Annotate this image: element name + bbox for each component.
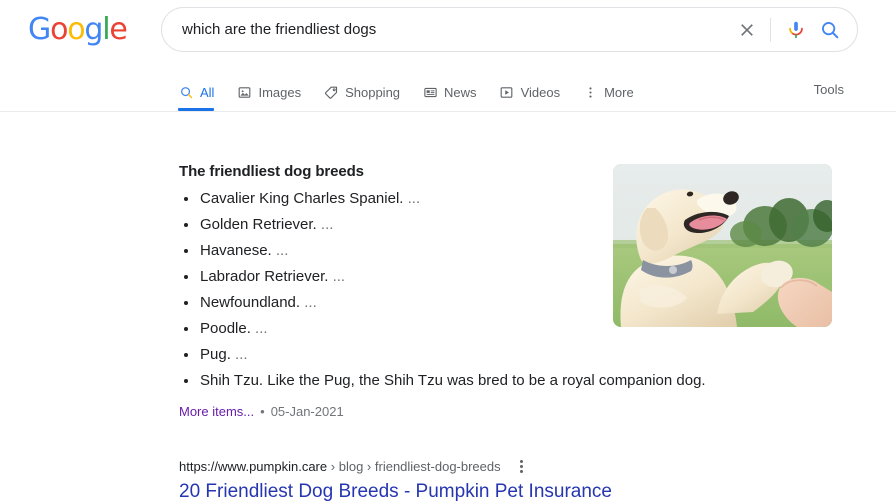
snippet-list: Cavalier King Charles Spaniel. ... Golde… [179,190,706,390]
logo-letter-e: e [109,12,127,47]
tab-shopping[interactable]: Shopping [323,78,400,106]
play-box-icon [499,84,515,100]
search-box[interactable] [161,7,858,52]
breadcrumb-segment-2: friendliest-dog-breeds [374,458,501,474]
kebab-dot [520,464,524,468]
tab-images-label: Images [258,84,302,100]
list-item-text: Shih Tzu. Like the Pug, the Shih Tzu was… [200,372,706,389]
list-item: Pug. ... [179,346,599,364]
breadcrumb-separator: › [330,458,336,474]
tab-more-label: More [604,84,634,100]
breadcrumb-segment-1: blog [338,458,364,474]
list-item: Newfoundland. ... [179,294,599,312]
result-url-row: https://www.pumpkin.care › blog › friend… [179,457,779,475]
list-item: Cavalier King Charles Spaniel. ... [179,190,599,208]
tab-images[interactable]: Images [236,78,301,106]
tab-videos[interactable]: Videos [499,78,561,106]
list-item: Golden Retriever. ... [179,216,599,234]
list-item-text: Labrador Retriever. [200,268,329,285]
list-item-text: Newfoundland. [200,294,301,311]
list-item-ellipsis: ... [320,216,334,233]
tab-all[interactable]: All [178,78,215,111]
tab-all-label: All [200,84,215,100]
list-item-ellipsis: ... [255,320,268,337]
kebab-dot [520,469,524,473]
newspaper-icon [422,84,438,100]
logo-letter-g: G [28,12,51,47]
search-nav-row: All Images Shopping News Videos More Too… [0,78,896,112]
tab-videos-label: Videos [520,84,561,100]
list-item-ellipsis: ... [304,294,317,311]
breadcrumb-domain: https://www.pumpkin.care [179,458,328,474]
search-icon [178,84,194,100]
image-icon [236,84,252,100]
search-result: https://www.pumpkin.care › blog › friend… [179,457,779,504]
snippet-footer: More items... • 05-Jan-2021 [179,404,599,419]
search-tabs: All Images Shopping News Videos More [178,78,656,112]
snippet-thumbnail[interactable] [613,164,832,327]
search-header: Google which are the friendliest dogs Al… [0,0,896,112]
search-input[interactable] [162,9,730,50]
featured-snippet: The friendliest dog breeds Cavalier King… [179,163,706,419]
snippet-title: The friendliest dog breeds [179,163,364,180]
close-icon[interactable] [730,13,764,47]
tab-active-underline [178,108,215,111]
search-divider [770,17,771,42]
footer-separator: • [260,404,265,419]
logo-letter-o2: o [67,12,85,47]
breadcrumb-separator: › [366,458,372,474]
tab-more[interactable]: More [582,78,634,106]
list-item-ellipsis: ... [407,190,421,207]
list-item-ellipsis: ... [275,242,289,259]
result-title-link[interactable]: 20 Friendliest Dog Breeds - Pumpkin Pet … [179,480,779,504]
list-item-text: Pug. [200,346,231,363]
list-item: Labrador Retriever. ... [179,268,599,286]
kebab-menu-icon[interactable] [513,457,531,475]
tab-news[interactable]: News [422,78,477,106]
list-item-text: Poodle. [200,320,251,337]
list-item-ellipsis: ... [332,268,346,285]
list-item-text: Cavalier King Charles Spaniel. [200,190,404,207]
logo-letter-o1: o [50,12,68,47]
list-item-text: Golden Retriever. [200,216,317,233]
tab-shopping-label: Shopping [345,84,401,100]
google-logo[interactable]: Google [28,12,128,47]
more-items-link[interactable]: More items... [179,404,254,419]
list-item: Shih Tzu. Like the Pug, the Shih Tzu was… [179,372,706,390]
tag-icon [323,84,339,100]
list-item: Poodle. ... [179,320,599,338]
list-item-text: Havanese. [200,242,272,259]
logo-letter-g2: g [84,12,103,47]
list-item-ellipsis: ... [235,346,248,363]
tools-button[interactable]: Tools [814,82,844,97]
breadcrumb[interactable]: https://www.pumpkin.care › blog › friend… [179,459,501,474]
google-search-results-page: Google which are the friendliest dogs Al… [0,0,896,504]
kebab-dot [520,459,524,463]
tab-news-label: News [444,84,477,100]
more-vertical-icon [582,84,598,100]
microphone-icon[interactable] [781,15,811,45]
list-item: Havanese. ... [179,242,599,260]
search-submit-icon[interactable] [811,13,849,47]
snippet-date: 05-Jan-2021 [270,404,344,419]
